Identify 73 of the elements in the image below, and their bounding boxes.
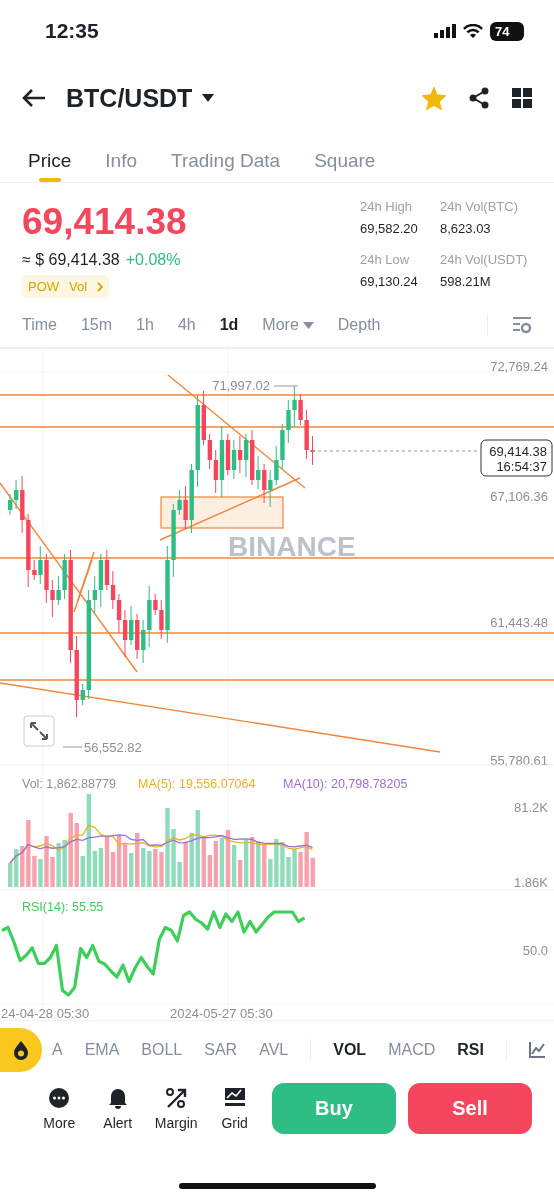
interval-option[interactable]: 4h [177, 316, 196, 334]
wifi-icon [463, 23, 483, 39]
bell-icon [107, 1086, 128, 1109]
action-button[interactable]: More [30, 1086, 89, 1131]
chevron-icon [97, 281, 104, 292]
stat-value: 598.21M [440, 273, 492, 291]
tab[interactable]: Info [99, 134, 143, 182]
back-arrow-icon[interactable] [22, 88, 46, 108]
interval-option[interactable]: 1h [136, 316, 154, 334]
indicator-tab[interactable]: BOLL [141, 1041, 183, 1059]
stat-label: 24h Vol(USDT) [440, 252, 529, 269]
time-axis-label: 24-04-28 05:30 [1, 1006, 90, 1020]
fiat-price: ≈ $ 69,414.38 [22, 251, 120, 269]
grid-chart-icon [223, 1086, 246, 1109]
stat-value: 69,582.20 [360, 220, 419, 238]
interval-option[interactable]: Depth [337, 316, 381, 334]
percent-arrow-icon [165, 1086, 188, 1109]
indicator-tab[interactable]: VOL [333, 1041, 367, 1059]
chart-watermark: BINANCE [228, 531, 356, 562]
expand-icon[interactable] [23, 715, 55, 747]
volume-legend: Vol: 1,862.88779 [22, 777, 116, 791]
stat-label: 24h Vol(BTC) [440, 199, 520, 216]
action-button[interactable]: Margin [146, 1086, 206, 1131]
stat-value: 69,130.24 [360, 273, 419, 291]
last-price: 69,414.38 [22, 201, 187, 243]
interval-option[interactable]: 15m [80, 316, 113, 334]
line-chart-icon[interactable] [528, 1042, 545, 1058]
stat-label: 24h Low [360, 252, 411, 269]
interval-option[interactable]: Time [22, 316, 57, 334]
rsi-axis-label: 50.0 [522, 943, 548, 958]
price-change: +0.08% [125, 251, 181, 269]
signal-icon [434, 24, 456, 38]
interval-option[interactable]: 1d [219, 316, 239, 334]
buy-button[interactable]: Buy [271, 1083, 396, 1134]
more-icon [48, 1086, 71, 1109]
indicator-tab[interactable]: EMA [84, 1041, 120, 1059]
status-time: 12:35 [45, 19, 99, 43]
interval-option[interactable]: More [262, 316, 314, 334]
volume-axis-label: 1.86K [514, 875, 548, 890]
battery-level: 74 [490, 21, 524, 41]
rsi-legend: RSI(14): 55.55 [22, 900, 104, 914]
tag-chip[interactable]: POW Vol [22, 275, 110, 298]
chart-settings-icon[interactable] [512, 316, 532, 334]
volume-axis-label: 81.2K [514, 800, 548, 815]
caret-icon [302, 321, 314, 329]
price-axis-label: 61,443.48 [490, 615, 548, 630]
action-button[interactable]: Alert [88, 1086, 147, 1131]
volume-legend: MA(5): 19,556.07064 [138, 777, 256, 791]
star-icon[interactable] [422, 86, 446, 110]
share-icon[interactable] [468, 87, 490, 109]
indicator-tab[interactable]: A [52, 1041, 63, 1059]
price-axis-label: 72,769.24 [490, 359, 548, 374]
indicator-tab[interactable]: SAR [204, 1041, 238, 1059]
price-axis-label: 67,106.36 [490, 489, 548, 504]
volume-legend: MA(10): 20,798.78205 [283, 777, 408, 791]
pair-title[interactable]: BTC/USDT [66, 83, 193, 113]
stat-value: 8,623.03 [440, 220, 492, 238]
tab[interactable]: Square [308, 134, 382, 182]
stat-label: 24h High [360, 199, 414, 216]
sell-button[interactable]: Sell [407, 1083, 532, 1134]
indicator-tab[interactable]: RSI [457, 1041, 484, 1059]
price-axis-label: 55,780.61 [490, 753, 548, 768]
caret-icon[interactable] [202, 94, 215, 102]
action-button[interactable]: Grid [205, 1086, 264, 1131]
time-axis-label: 2024-05-27 05:30 [170, 1006, 273, 1020]
indicator-tab[interactable]: MACD [388, 1041, 436, 1059]
flame-button[interactable] [0, 1028, 42, 1072]
tab[interactable]: Price [22, 134, 78, 182]
tab[interactable]: Trading Data [165, 134, 287, 182]
grid-icon[interactable] [512, 88, 532, 108]
flame-icon [13, 1040, 29, 1060]
last-price-label: 69,414.38 16:54:37 [480, 439, 553, 477]
indicator-tab[interactable]: AVL [259, 1041, 289, 1059]
